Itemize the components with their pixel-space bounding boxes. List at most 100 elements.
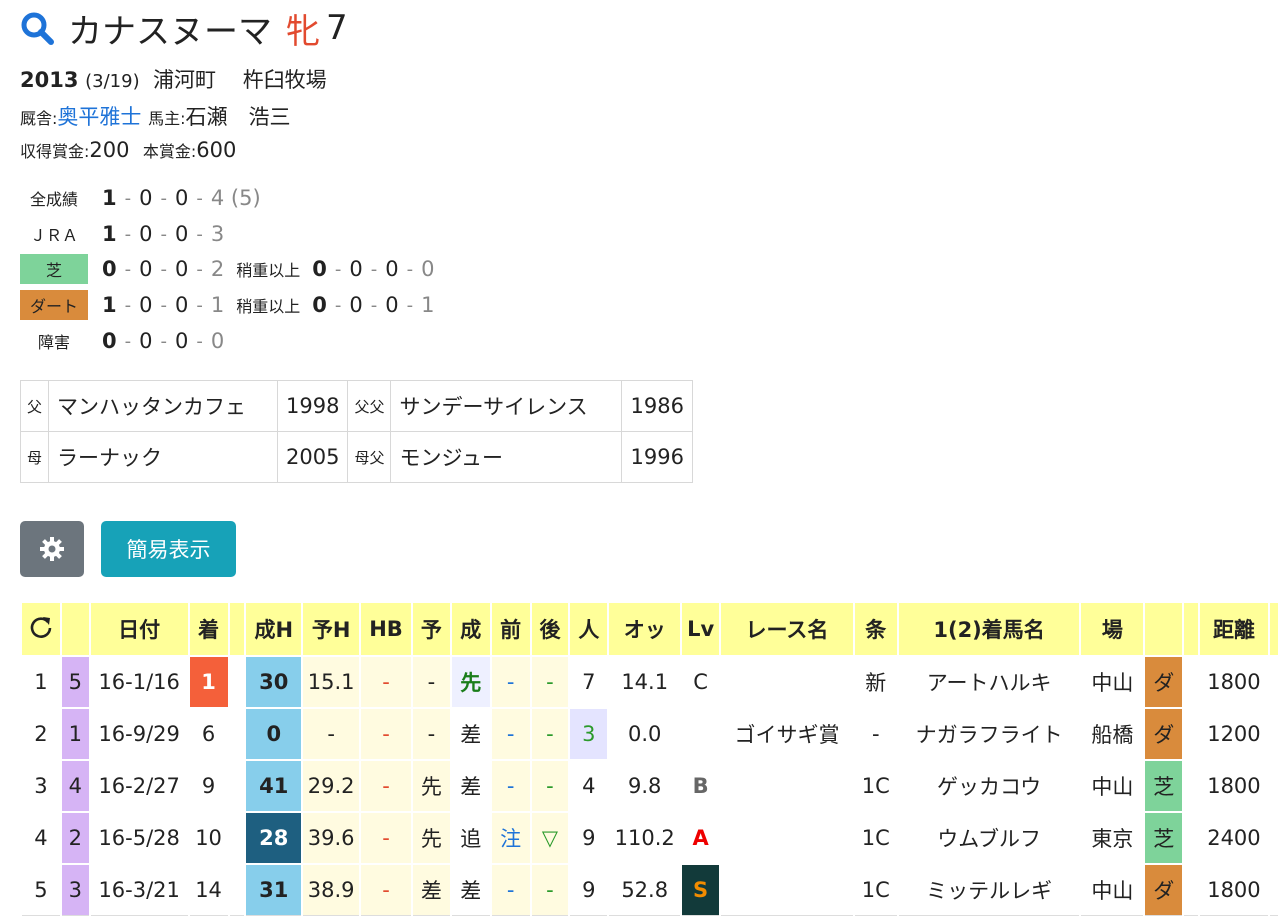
race-name[interactable] [719,811,855,865]
col-winner[interactable]: 1(2)着馬名 [896,601,1082,657]
dam-name[interactable]: ラーナック [48,431,279,483]
record-other: 0 [210,329,225,353]
record-other: 2 [210,257,225,281]
sire-year: 1998 [277,380,349,432]
blank-cell [227,707,247,761]
yo-value: 差 [410,863,452,916]
owner-label: 馬主: [148,109,186,128]
col-race[interactable]: レース名 [719,601,855,657]
col-date[interactable]: 日付 [88,601,190,657]
table-row[interactable]: 1 5 16-1/16 1 30 15.1 - - 先 - - 7 14.1 C… [20,655,1280,709]
sire-name[interactable]: マンハッタンカフェ [48,380,279,432]
record-3rd: 0 [175,329,189,353]
sire-label: 父 [19,380,50,432]
dam-sire-year: 1996 [621,431,693,483]
winner-name[interactable]: ナガラフライト [896,707,1082,761]
gear-icon [40,537,64,561]
finish-pos: 14 [187,863,230,916]
surface-badge: 芝 [1143,811,1185,865]
refresh-button[interactable] [20,601,62,657]
mae-value: - [489,655,532,709]
record-jra: ＪＲＡ 1- 0- 0- 3 [20,218,224,250]
finish-pos: 10 [187,811,230,865]
race-name[interactable] [719,863,855,916]
table-row[interactable]: 5 3 16-3/21 14 31 38.9 - 差 差 - - 9 52.8 … [20,863,1280,916]
record-3rd: 0 [175,257,189,281]
col-sei[interactable]: 成 [449,601,492,657]
record-wins: 1 [102,222,117,246]
col-cond[interactable]: 条 [852,601,899,657]
table-row[interactable]: 4 2 16-5/28 10 28 39.6 - 先 追 注 ▽ 9 110.2… [20,811,1280,865]
condition: 1C [852,811,899,865]
col-dist[interactable]: 距離 [1198,601,1270,657]
race-date[interactable]: 16-1/16 [88,655,190,709]
col-blank2 [1182,601,1200,657]
blank-cell [1182,707,1200,761]
col-yh[interactable]: 予H [301,601,362,657]
col-hb[interactable]: HB [359,601,413,657]
winner-name[interactable]: ゲッカコウ [896,759,1082,813]
dam-year: 2005 [277,431,349,483]
heavy-other: 1 [421,293,435,317]
heavy-3rd: 0 [385,293,399,317]
record-3rd: 0 [175,186,189,210]
simple-view-button[interactable]: 簡易表示 [101,521,236,577]
dam-sire-name[interactable]: モンジュー [390,431,623,483]
winner-name[interactable]: ウムブルフ [896,811,1082,865]
sire-sire-name[interactable]: サンデーサイレンス [390,380,623,432]
record-2nd: 0 [139,329,153,353]
race-date[interactable]: 16-9/29 [88,707,190,761]
birth-location: 浦河町 [152,68,216,92]
race-name[interactable] [719,759,855,813]
heavy-wins: 0 [312,293,327,317]
col-sh[interactable]: 成H [244,601,304,657]
col-blank [227,601,247,657]
winner-name[interactable]: ミッテルレギ [896,863,1082,916]
settings-button[interactable] [20,521,84,577]
level: C [680,655,722,709]
col-pos[interactable]: 着 [187,601,230,657]
col-odds[interactable]: オッ [607,601,683,657]
stable-info: 厩舎:奥平雅士 馬主:石瀬 浩三 [20,101,291,131]
hb-value: - [359,759,413,813]
col-ato[interactable]: 後 [529,601,571,657]
finish-pos: 1 [187,655,230,709]
col-pop[interactable]: 人 [568,601,610,657]
ato-value: - [529,655,571,709]
heavy-2nd: 0 [349,293,363,317]
race-date[interactable]: 16-3/21 [88,863,190,916]
prize-info: 収得賞金:200 本賞金:600 [20,138,236,162]
col-more [1267,601,1280,657]
sh-value: 0 [244,707,304,761]
yo-value: - [410,655,452,709]
record-all: 全成績 1- 0- 0- 4 (5) [20,182,261,214]
col-yo[interactable]: 予 [410,601,452,657]
ato-value: - [529,863,571,916]
sh-value: 31 [244,863,304,916]
race-name[interactable] [719,655,855,709]
ato-value: - [529,707,571,761]
race-date[interactable]: 16-2/27 [88,759,190,813]
heavy-label: 稍重以上 [236,261,301,280]
col-mae[interactable]: 前 [489,601,532,657]
table-row[interactable]: 3 4 16-2/27 9 41 29.2 - 先 差 - - 4 9.8 B … [20,759,1280,813]
yh-value: 15.1 [301,655,362,709]
race-date[interactable]: 16-5/28 [88,811,190,865]
prize-label: 本賞金: [142,142,197,161]
sei-value: 先 [449,655,492,709]
frame-no: 5 [59,655,91,709]
yo-value: 先 [410,759,452,813]
trainer-link[interactable]: 奥平雅士 [57,105,141,129]
condition: 新 [852,655,899,709]
birth-year: 2013 [20,68,79,92]
col-track[interactable]: 場 [1079,601,1146,657]
col-lv[interactable]: Lv [680,601,722,657]
row-no: 1 [20,655,62,709]
search-icon[interactable] [20,11,54,45]
race-name[interactable]: ゴイサギ賞 [719,707,855,761]
turf-badge: 芝 [20,254,88,284]
sire-sire-year: 1986 [621,380,693,432]
table-row[interactable]: 2 1 16-9/29 6 0 - - - 差 - - 3 0.0 ゴイサギ賞 … [20,707,1280,761]
yh-value: 29.2 [301,759,362,813]
winner-name[interactable]: アートハルキ [896,655,1082,709]
